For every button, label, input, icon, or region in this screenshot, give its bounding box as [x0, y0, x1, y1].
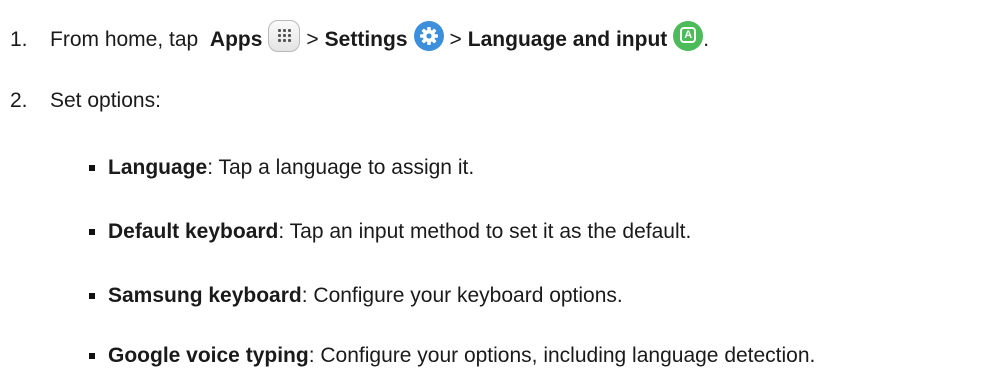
- bullet-icon: [89, 353, 95, 359]
- language-input-label: Language and input: [467, 28, 668, 51]
- settings-label: Settings: [324, 28, 408, 51]
- option-desc: : Tap a language to assign it.: [207, 156, 475, 179]
- option-term: Language: [108, 156, 208, 179]
- separator: >: [449, 28, 462, 51]
- step-2: 2. Set options:: [0, 89, 161, 113]
- step-number: 2.: [10, 89, 28, 112]
- language-input-icon: A: [673, 21, 704, 51]
- option-term: Default keyboard: [108, 220, 279, 243]
- bullet-icon: [89, 229, 95, 235]
- bullet-icon: [89, 293, 95, 299]
- option-term: Samsung keyboard: [108, 284, 302, 307]
- step-number: 1.: [10, 28, 28, 51]
- settings-gear-icon: [413, 21, 444, 51]
- option-term: Google voice typing: [108, 344, 309, 367]
- separator: >: [306, 28, 319, 51]
- step-end: .: [703, 28, 710, 51]
- step-intro: From home, tap: [50, 28, 205, 51]
- apps-label: Apps: [209, 28, 263, 51]
- step-text: Set options:: [50, 89, 161, 112]
- option-desc: : Tap an input method to set it as the d…: [278, 220, 692, 243]
- step-1: 1. From home, tap Apps > Settings > Lang…: [0, 20, 710, 56]
- option-desc: : Configure your keyboard options.: [301, 284, 623, 307]
- bullet-icon: [89, 165, 95, 171]
- apps-grid-icon: [268, 20, 301, 52]
- option-desc: : Configure your options, including lang…: [308, 344, 816, 367]
